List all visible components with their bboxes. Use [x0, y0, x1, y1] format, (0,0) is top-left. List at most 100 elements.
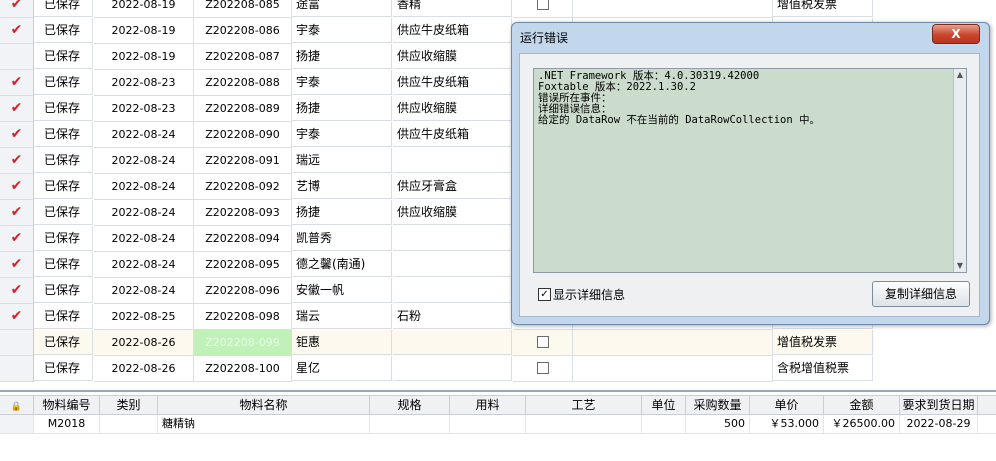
supplier-cell[interactable]: 扬捷: [292, 96, 392, 121]
item-cell[interactable]: 供应收缩膜: [393, 200, 512, 225]
order-number-cell[interactable]: Z202208-093: [194, 200, 292, 226]
column-header[interactable]: 要求到货日期: [900, 396, 978, 414]
supplier-cell[interactable]: 宇泰: [292, 18, 392, 43]
row-selector[interactable]: [0, 356, 34, 382]
unit-cell[interactable]: [642, 415, 686, 433]
material-cell[interactable]: [450, 415, 526, 433]
qty-cell[interactable]: 500: [686, 415, 750, 433]
order-number-cell[interactable]: Z202208-092: [194, 174, 292, 200]
checkbox-icon[interactable]: [536, 361, 549, 374]
column-header[interactable]: 单位: [642, 396, 686, 414]
status-cell[interactable]: 已保存: [34, 70, 93, 95]
status-cell[interactable]: 已保存: [34, 18, 93, 43]
date-cell[interactable]: 2022-08-26: [94, 356, 194, 382]
date-cell[interactable]: 2022-08-24: [94, 174, 194, 200]
table-row[interactable]: 已保存 2022-08-26 Z202208-100 星亿 含税增值税票: [0, 356, 874, 382]
date-cell[interactable]: 2022-08-23: [94, 70, 194, 96]
order-number-cell[interactable]: Z202208-100: [194, 356, 292, 382]
supplier-cell[interactable]: 瑞远: [292, 148, 392, 173]
date-cell[interactable]: 2022-08-26: [94, 330, 194, 356]
row-selector[interactable]: ✔: [0, 226, 34, 252]
item-cell[interactable]: 供应牙膏盒: [393, 174, 512, 199]
supplier-cell[interactable]: 钜惠: [292, 330, 392, 355]
remark-cell[interactable]: [573, 356, 773, 382]
order-number-cell[interactable]: Z202208-090: [194, 122, 292, 148]
item-cell[interactable]: 石粉: [393, 304, 512, 329]
status-cell[interactable]: 已保存: [34, 0, 93, 17]
order-number-cell[interactable]: Z202208-099: [194, 330, 292, 356]
row-selector[interactable]: [0, 330, 34, 356]
column-header[interactable]: 采购数量: [686, 396, 750, 414]
row-selector[interactable]: ✔: [0, 304, 34, 330]
order-number-cell[interactable]: Z202208-098: [194, 304, 292, 330]
row-selector[interactable]: ✔: [0, 18, 34, 44]
order-number-cell[interactable]: Z202208-088: [194, 70, 292, 96]
column-header[interactable]: 规格: [370, 396, 450, 414]
item-cell[interactable]: [393, 330, 512, 355]
supplier-cell[interactable]: 瑞云: [292, 304, 392, 329]
date-cell[interactable]: 2022-08-24: [94, 200, 194, 226]
status-cell[interactable]: 已保存: [34, 44, 93, 69]
price-cell[interactable]: ￥53.000: [750, 415, 824, 433]
close-button[interactable]: X: [932, 24, 980, 44]
status-cell[interactable]: 已保存: [34, 278, 93, 303]
row-selector[interactable]: ✔: [0, 148, 34, 174]
date-cell[interactable]: 2022-08-19: [94, 18, 194, 44]
item-cell[interactable]: 供应牛皮纸箱: [393, 122, 512, 147]
row-selector[interactable]: ✔: [0, 252, 34, 278]
row-selector[interactable]: ✔: [0, 70, 34, 96]
item-cell[interactable]: 香精: [393, 0, 512, 17]
scroll-down-icon[interactable]: ▼: [954, 260, 966, 272]
supplier-cell[interactable]: 扬捷: [292, 44, 392, 69]
row-selector[interactable]: ✔: [0, 174, 34, 200]
supplier-cell[interactable]: 艺博: [292, 174, 392, 199]
remark-cell[interactable]: [573, 0, 773, 18]
date-cell[interactable]: 2022-08-24: [94, 252, 194, 278]
process-cell[interactable]: [526, 415, 642, 433]
date-cell[interactable]: 2022-08-24: [94, 148, 194, 174]
supplier-cell[interactable]: 凯普秀: [292, 226, 392, 251]
spec-cell[interactable]: [370, 415, 450, 433]
status-cell[interactable]: 已保存: [34, 304, 93, 329]
status-cell[interactable]: 已保存: [34, 122, 93, 147]
due-cell[interactable]: 2022-08-29: [900, 415, 978, 433]
remark-cell[interactable]: [573, 330, 773, 356]
column-header[interactable]: 用料: [450, 396, 526, 414]
row-selector[interactable]: ✔: [0, 96, 34, 122]
supplier-cell[interactable]: 星亿: [292, 356, 392, 381]
order-number-cell[interactable]: Z202208-091: [194, 148, 292, 174]
table-row[interactable]: 已保存 2022-08-26 Z202208-099 钜惠 增值税发票: [0, 330, 874, 356]
invoice-checkbox-cell[interactable]: [513, 0, 573, 18]
checkbox-icon[interactable]: [536, 335, 549, 348]
invoice-type-cell[interactable]: 增值税发票: [773, 0, 873, 17]
order-number-cell[interactable]: Z202208-087: [194, 44, 292, 70]
invoice-checkbox-cell[interactable]: [513, 330, 573, 356]
supplier-cell[interactable]: 德之馨(南通): [292, 252, 392, 277]
supplier-cell[interactable]: 途富: [292, 0, 392, 17]
column-header[interactable]: 物料名称: [158, 396, 370, 414]
column-header[interactable]: 工艺: [526, 396, 642, 414]
scroll-up-icon[interactable]: ▲: [954, 69, 966, 81]
copy-details-button[interactable]: 复制详细信息: [872, 281, 970, 307]
row-selector[interactable]: ✔: [0, 278, 34, 304]
item-cell[interactable]: [393, 226, 512, 251]
item-cell[interactable]: 供应牛皮纸箱: [393, 70, 512, 95]
order-number-cell[interactable]: Z202208-096: [194, 278, 292, 304]
invoice-checkbox-cell[interactable]: [513, 356, 573, 382]
status-cell[interactable]: 已保存: [34, 356, 93, 381]
column-header[interactable]: 单价: [750, 396, 824, 414]
date-cell[interactable]: 2022-08-19: [94, 0, 194, 18]
invoice-type-cell[interactable]: 增值税发票: [773, 330, 873, 355]
supplier-cell[interactable]: 宇泰: [292, 122, 392, 147]
code-cell[interactable]: M2018: [34, 415, 100, 433]
message-scrollbar[interactable]: ▲ ▼: [953, 69, 966, 272]
item-cell[interactable]: [393, 356, 512, 381]
date-cell[interactable]: 2022-08-23: [94, 96, 194, 122]
date-cell[interactable]: 2022-08-19: [94, 44, 194, 70]
supplier-cell[interactable]: 安徽一帆: [292, 278, 392, 303]
item-cell[interactable]: 供应收缩膜: [393, 96, 512, 121]
invoice-type-cell[interactable]: 含税增值税票: [773, 356, 873, 381]
order-number-cell[interactable]: Z202208-089: [194, 96, 292, 122]
date-cell[interactable]: 2022-08-25: [94, 304, 194, 330]
status-cell[interactable]: 已保存: [34, 148, 93, 173]
